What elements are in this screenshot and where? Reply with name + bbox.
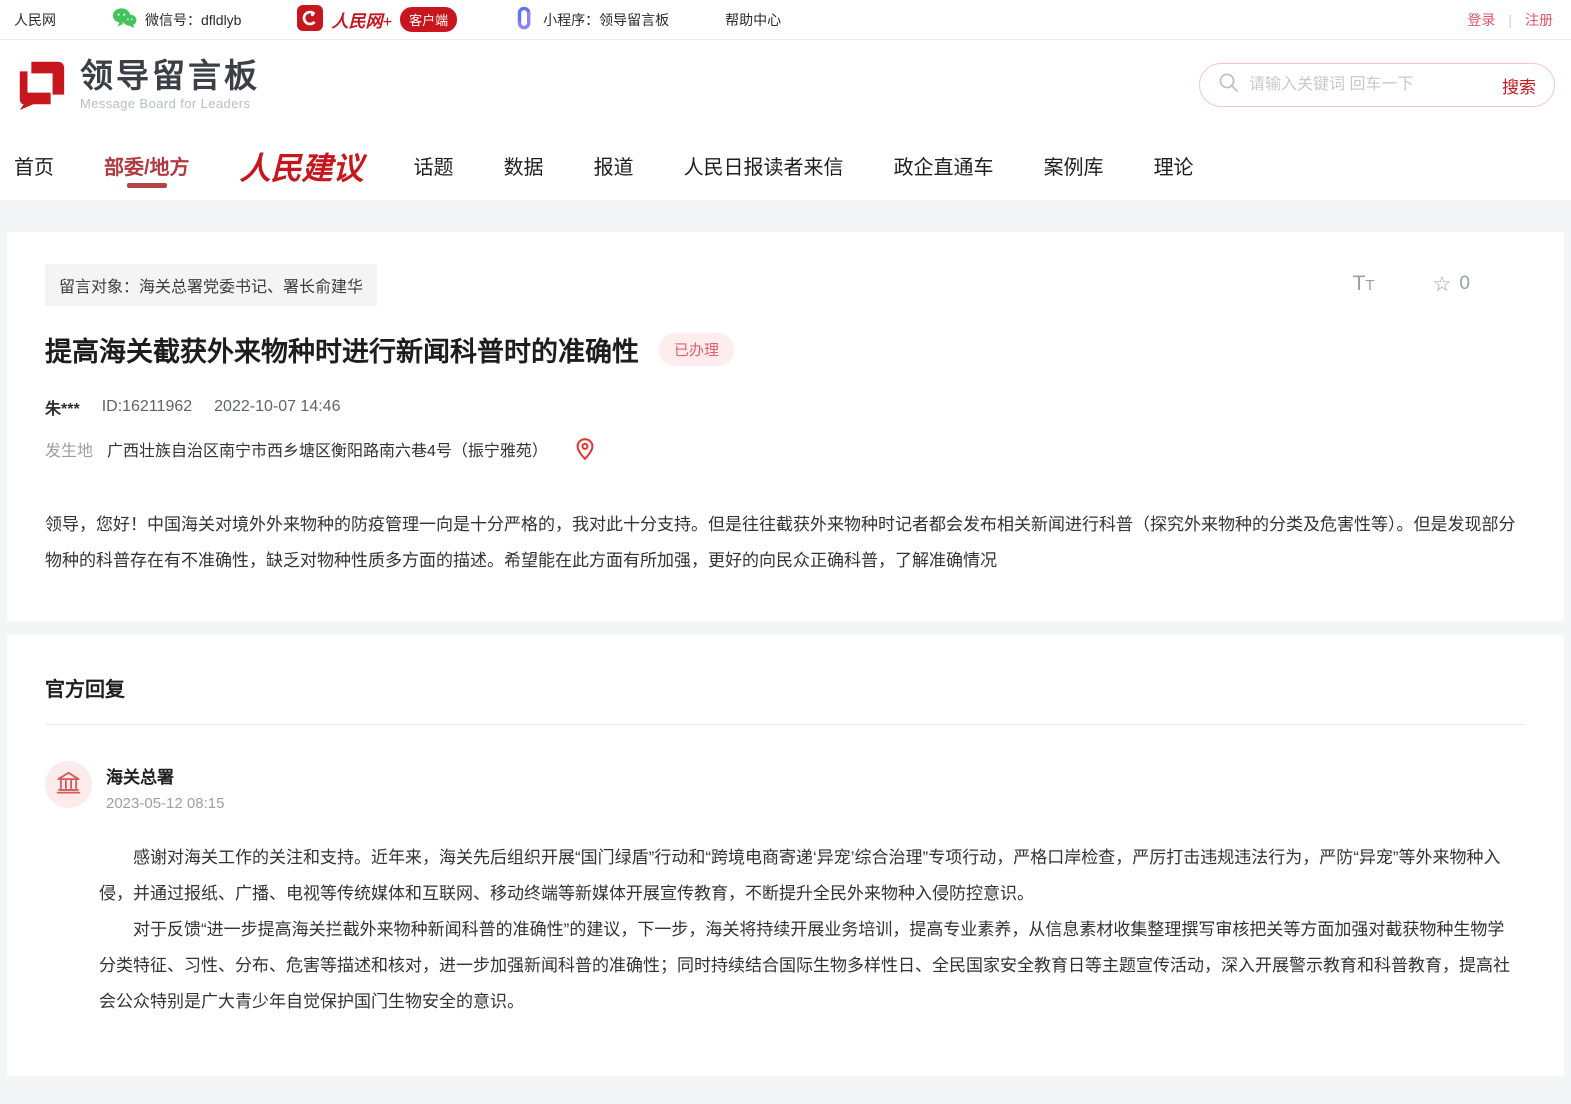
reply-agency-block: 海关总署 2023-05-12 08:15 [106,761,224,812]
wechat-icon [112,7,137,32]
logo-title: 领导留言板 [80,59,260,94]
message-meta: 朱*** ID:16211962 2022-10-07 14:46 [45,395,1526,419]
reply-paragraph: 感谢对海关工作的关注和支持。近年来，海关先后组织开展“国门绿盾”行动和“跨境电商… [99,840,1518,912]
message-title: 提高海关截获外来物种时进行新闻科普时的准确性 [45,330,639,369]
wechat-label: 微信号：dfldlyb [145,10,241,30]
nav-item-theory[interactable]: 理论 [1154,130,1194,200]
nav-item-topics[interactable]: 话题 [414,130,454,200]
favorite-button[interactable]: ☆ 0 [1433,273,1470,295]
search-icon [1218,72,1239,98]
location-pin-icon[interactable] [576,438,594,460]
message-card: 留言对象：海关总署党委书记、署长俞建华 Tt ☆ 0 提高海关截获外来物种时进行… [7,232,1564,621]
message-body: 领导，您好！中国海关对境外外来物种的防疫管理一向是十分严格的，我对此十分支持。但… [45,507,1526,579]
message-head: 留言对象：海关总署党委书记、署长俞建华 Tt ☆ 0 [45,264,1526,306]
message-location-row: 发生地 广西壮族自治区南宁市西乡塘区衡阳路南六巷4号（振宁雅苑） [45,437,1526,461]
site-header: 领导留言板 Message Board for Leaders 搜索 [0,40,1571,130]
nav-item-case-library[interactable]: 案例库 [1044,130,1104,200]
miniprogram-icon [513,6,535,33]
location-label: 发生地 [45,437,93,461]
nav-item-peoples-suggestions[interactable]: 人民建议 [240,130,364,200]
card-gap [0,621,1571,635]
status-badge: 已办理 [659,333,734,366]
star-icon: ☆ [1433,274,1452,295]
search-box: 搜索 [1199,63,1555,107]
peoples-daily-app[interactable]: 人民网+ 客户端 [297,5,457,34]
app-name: 人民网+ [331,7,392,32]
help-center-link[interactable]: 帮助中心 [725,10,781,30]
nav-item-reports[interactable]: 报道 [594,130,634,200]
message-board-logo-icon [14,56,68,115]
login-link[interactable]: 登录 [1467,10,1495,30]
message-tools: Tt ☆ 0 [1353,272,1470,296]
peoples-daily-app-icon [297,5,323,34]
site-logo[interactable]: 领导留言板 Message Board for Leaders [14,56,260,115]
message-author: 朱*** [45,395,80,419]
message-datetime: 2022-10-07 14:46 [214,398,340,416]
agency-avatar [45,761,92,808]
reply-paragraph: 对于反馈“进一步提高海关拦截外来物种新闻科普的准确性”的建议，下一步，海关将持续… [99,912,1518,1020]
font-size-icon[interactable]: Tt [1353,272,1375,296]
reply-datetime: 2023-05-12 08:15 [106,795,224,812]
search-button[interactable]: 搜索 [1502,73,1536,98]
location-value: 广西壮族自治区南宁市西乡塘区衡阳路南六巷4号（振宁雅苑） [107,437,548,461]
bank-building-icon [55,769,82,801]
page-gap [0,200,1571,232]
reply-section-title: 官方回复 [45,673,1526,725]
login-register-divider: | [1508,12,1512,28]
app-client-badge: 客户端 [400,7,457,32]
wechat-info: 微信号：dfldlyb [112,7,241,32]
nav-item-reader-letters[interactable]: 人民日报读者来信 [684,130,844,200]
miniprogram-label: 小程序：领导留言板 [543,10,669,30]
reply-head: 海关总署 2023-05-12 08:15 [45,761,1526,812]
logo-subtitle: Message Board for Leaders [80,96,260,111]
nav-item-data[interactable]: 数据 [504,130,544,200]
nav-item-gov-business[interactable]: 政企直通车 [894,130,994,200]
topbar-left: 人民网 微信号：dfldlyb [14,5,781,34]
miniprogram-info[interactable]: 小程序：领导留言板 [513,6,669,33]
nav-item-ministries[interactable]: 部委/地方 [104,130,190,200]
main-nav: 首页 部委/地方 人民建议 话题 数据 报道 人民日报读者来信 政企直通车 案例… [0,130,1571,200]
official-reply-card: 官方回复 海关总署 2023-05-12 08:15 感谢对海关工作的关注和支持… [7,635,1564,1076]
reply-body: 感谢对海关工作的关注和支持。近年来，海关先后组织开展“国门绿盾”行动和“跨境电商… [45,840,1526,1020]
peoples-net-link[interactable]: 人民网 [14,10,56,30]
message-title-row: 提高海关截获外来物种时进行新闻科普时的准确性 已办理 [45,330,1526,369]
nav-item-home[interactable]: 首页 [14,130,54,200]
logo-text: 领导留言板 Message Board for Leaders [80,59,260,112]
register-link[interactable]: 注册 [1525,10,1553,30]
message-target-tag: 留言对象：海关总署党委书记、署长俞建华 [45,264,377,306]
message-id: ID:16211962 [102,398,192,416]
favorite-count: 0 [1459,273,1470,295]
reply-agency-name: 海关总署 [106,763,224,788]
topbar-right: 登录 | 注册 [1467,10,1553,30]
search-input[interactable] [1249,76,1492,94]
topbar: 人民网 微信号：dfldlyb [0,0,1571,40]
